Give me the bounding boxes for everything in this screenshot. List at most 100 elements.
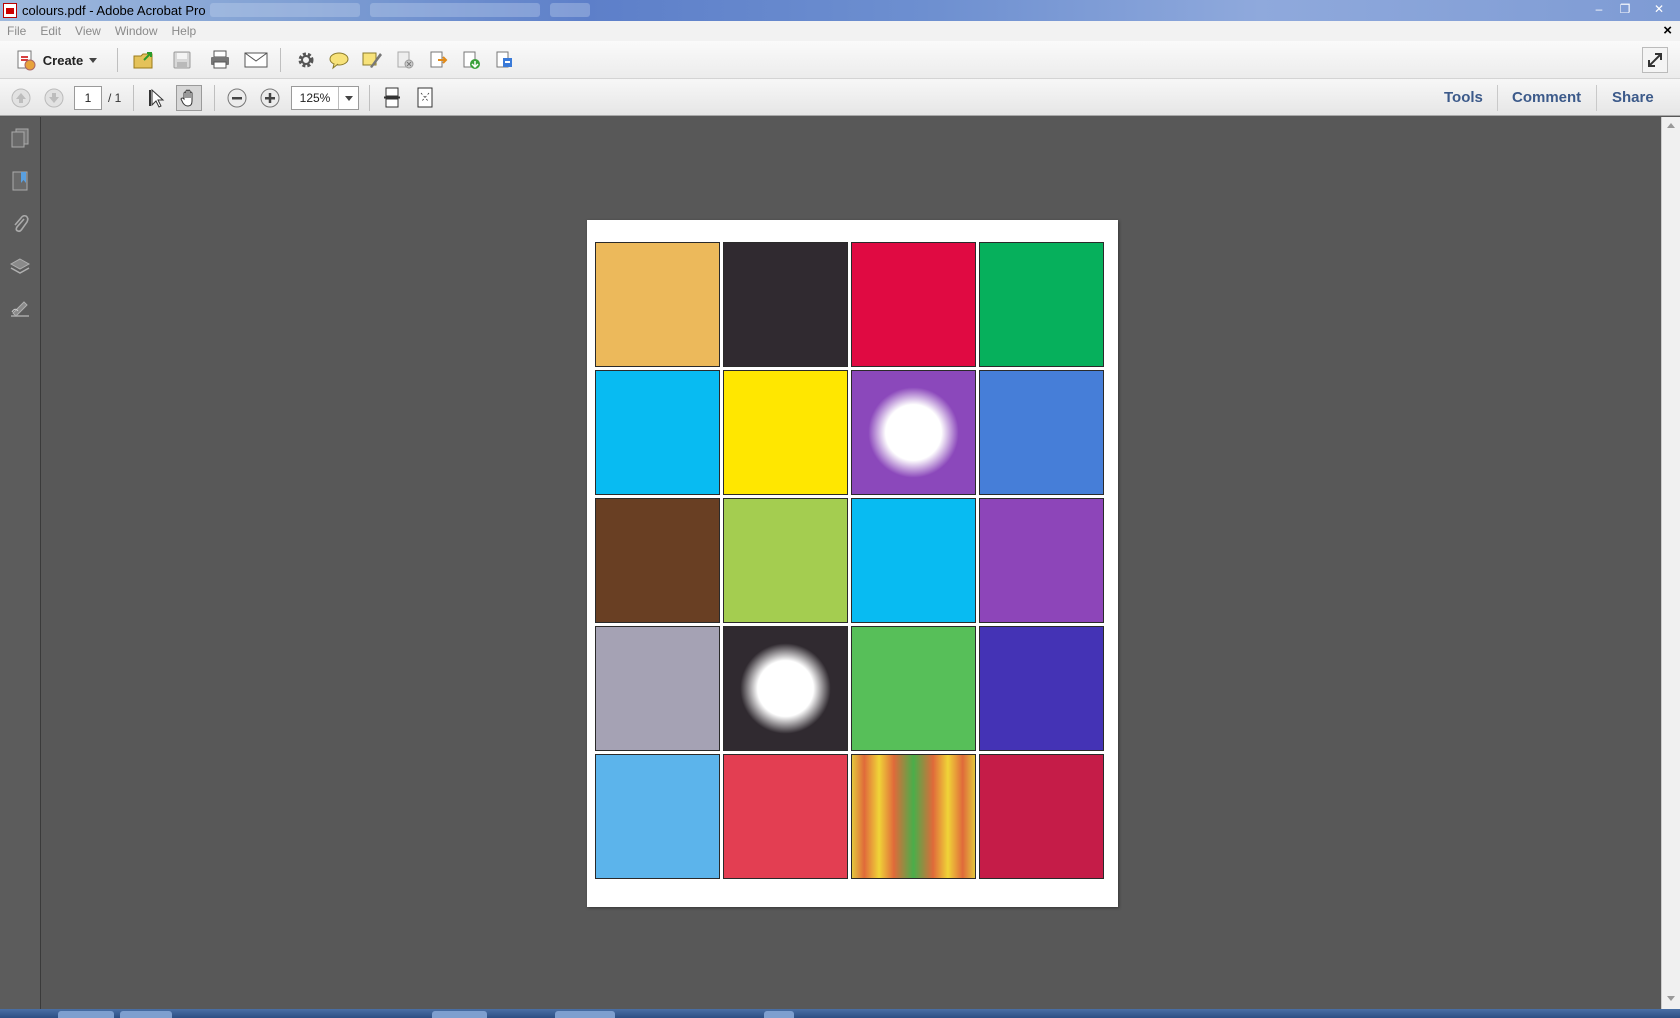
next-page-button[interactable] <box>41 85 67 111</box>
export-icon <box>430 51 448 68</box>
color-swatch <box>595 498 720 623</box>
print-button[interactable] <box>207 48 233 72</box>
color-swatch <box>851 242 976 367</box>
close-window-button[interactable]: ✕ <box>1638 0 1680 18</box>
zoom-out-button[interactable] <box>224 85 250 111</box>
color-swatch <box>851 498 976 623</box>
taskbar <box>0 1009 1680 1018</box>
zoom-level-select[interactable]: 125% <box>291 86 359 110</box>
fullscreen-button[interactable] <box>1642 47 1668 73</box>
plus-circle-icon <box>260 88 280 108</box>
zoom-level-value: 125% <box>292 87 339 109</box>
color-swatch <box>723 370 848 495</box>
close-document-button[interactable]: × <box>1663 22 1672 39</box>
color-swatch <box>979 626 1104 751</box>
page-number-input[interactable]: 1 <box>74 86 102 110</box>
share-pane-link[interactable]: Share <box>1612 89 1654 106</box>
page-total: / 1 <box>108 91 122 105</box>
color-swatch <box>979 242 1104 367</box>
color-swatch <box>979 498 1104 623</box>
select-tool-button[interactable] <box>144 85 170 111</box>
select-cursor-icon <box>149 88 165 108</box>
pane-divider <box>1497 85 1498 111</box>
color-swatch <box>595 242 720 367</box>
previous-page-button[interactable] <box>8 85 34 111</box>
menu-help[interactable]: Help <box>165 24 204 38</box>
pdf-page <box>587 220 1118 907</box>
save-button[interactable] <box>169 48 195 72</box>
attachments-panel-button[interactable] <box>8 212 32 236</box>
color-swatch <box>723 498 848 623</box>
fit-page-icon <box>417 87 433 108</box>
vertical-scrollbar[interactable] <box>1661 117 1680 1009</box>
settings-button[interactable] <box>293 48 319 72</box>
delete-page-icon <box>397 51 414 69</box>
zoom-in-button[interactable] <box>257 85 283 111</box>
attachments-icon <box>14 214 29 233</box>
window-title: colours.pdf - Adobe Acrobat Pro <box>22 3 206 18</box>
save-icon <box>173 51 191 69</box>
menu-window[interactable]: Window <box>108 24 165 38</box>
fullscreen-icon <box>1648 53 1662 67</box>
email-icon <box>244 52 268 68</box>
fit-page-button[interactable] <box>412 85 438 111</box>
create-label: Create <box>42 52 84 68</box>
open-button[interactable] <box>131 48 157 72</box>
main-toolbar: Create <box>0 41 1680 79</box>
menu-edit[interactable]: Edit <box>33 24 68 38</box>
signatures-icon <box>11 301 29 317</box>
scrolling-mode-button[interactable] <box>379 85 405 111</box>
toolbar-divider <box>214 85 215 111</box>
email-button[interactable] <box>243 48 269 72</box>
delete-page-button[interactable] <box>392 48 418 72</box>
settings-gear-icon <box>298 52 314 68</box>
color-swatch-grid <box>595 242 1104 879</box>
create-button[interactable]: Create <box>10 48 102 72</box>
navigation-panel <box>0 117 41 1009</box>
sticky-note-button[interactable] <box>326 48 352 72</box>
scroll-pages-icon <box>384 87 400 108</box>
comment-bubble-icon <box>329 52 349 70</box>
combine-button[interactable] <box>491 48 517 72</box>
tools-pane-link[interactable]: Tools <box>1444 89 1483 106</box>
hand-tool-button[interactable] <box>176 85 202 111</box>
menu-bar: File Edit View Window Help × <box>0 21 1680 41</box>
minimize-button[interactable]: – <box>1586 0 1612 18</box>
chevron-down-icon <box>89 57 98 63</box>
pages-panel-button[interactable] <box>8 126 32 150</box>
layers-icon <box>9 258 31 274</box>
comment-pane-link[interactable]: Comment <box>1512 89 1581 106</box>
combine-icon <box>496 51 512 68</box>
arrow-up-icon <box>11 88 31 108</box>
import-button[interactable] <box>458 48 484 72</box>
color-swatch <box>979 754 1104 879</box>
title-bar: colours.pdf - Adobe Acrobat Pro – ❐ ✕ <box>0 0 1680 21</box>
color-swatch <box>851 754 976 879</box>
color-swatch <box>595 626 720 751</box>
color-swatch <box>723 754 848 879</box>
toolbar-divider <box>117 48 118 72</box>
highlight-button[interactable] <box>359 48 385 72</box>
color-swatch <box>979 370 1104 495</box>
bookmarks-icon <box>12 171 28 191</box>
navigation-toolbar: 1 / 1 125% Tools Comment Share <box>0 79 1680 116</box>
layers-panel-button[interactable] <box>8 255 32 279</box>
toolbar-divider <box>369 85 370 111</box>
restore-button[interactable]: ❐ <box>1612 0 1638 18</box>
color-swatch <box>595 754 720 879</box>
scroll-up-icon[interactable] <box>1667 123 1675 128</box>
color-swatch <box>723 242 848 367</box>
scroll-down-icon[interactable] <box>1667 996 1675 1001</box>
bookmarks-panel-button[interactable] <box>8 169 32 193</box>
color-swatch <box>851 370 976 495</box>
pages-icon <box>11 128 29 148</box>
toolbar-divider <box>280 48 281 72</box>
acrobat-app-icon <box>3 3 17 18</box>
menu-file[interactable]: File <box>0 24 33 38</box>
chevron-down-icon[interactable] <box>339 87 358 109</box>
menu-view[interactable]: View <box>68 24 108 38</box>
color-swatch <box>851 626 976 751</box>
signatures-panel-button[interactable] <box>8 298 32 322</box>
create-pdf-icon <box>17 50 36 71</box>
export-button[interactable] <box>425 48 451 72</box>
